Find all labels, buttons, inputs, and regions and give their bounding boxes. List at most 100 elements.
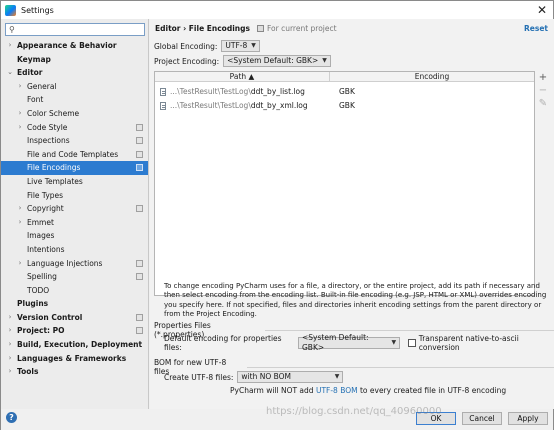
column-header-encoding[interactable]: Encoding — [330, 72, 534, 82]
chevron-right-icon[interactable]: › — [16, 216, 24, 230]
chevron-right-icon[interactable]: › — [16, 80, 24, 94]
watermark: https://blog.csdn.net/qq_40960000 — [266, 406, 442, 417]
project-scope-icon — [136, 137, 143, 145]
search-icon: ⚲ — [9, 25, 15, 34]
settings-tree: › Appearance & Behavior Keymap ⌄ Editor › Gene… — [1, 39, 148, 379]
section-divider — [246, 366, 554, 368]
project-scope-icon — [136, 205, 143, 213]
sidebar-item[interactable]: Plugins — [1, 297, 148, 311]
encoding-cell[interactable]: GBK — [339, 99, 355, 112]
bom-label: Create UTF-8 files: — [164, 372, 234, 382]
sidebar-item[interactable]: File Types — [1, 189, 148, 203]
properties-encoding-value: <System Default: GBK> — [302, 333, 369, 352]
native-to-ascii-checkbox[interactable] — [408, 339, 416, 347]
chevron-right-icon[interactable]: › — [6, 324, 14, 338]
table-row[interactable]: ...\TestResult\TestLog\ddt_by_list.log GB… — [155, 85, 534, 98]
sidebar-item[interactable]: › Emmet — [1, 216, 148, 230]
project-encoding-select[interactable]: <System Default: GBK> ▼ — [223, 55, 331, 67]
chevron-right-icon[interactable]: › — [16, 107, 24, 121]
chevron-down-icon: ▼ — [391, 339, 397, 346]
bom-note-suffix: to every created file in UTF-8 encoding — [357, 386, 507, 395]
sidebar-item[interactable]: › Project: PO — [1, 324, 148, 338]
project-scope-icon — [136, 273, 143, 281]
file-name: ddt_by_xml.log — [250, 101, 308, 110]
cancel-button[interactable]: Cancel — [462, 412, 502, 425]
sidebar-item-label: Emmet — [27, 217, 54, 227]
bom-select[interactable]: with NO BOM ▼ — [237, 371, 344, 383]
remove-icon[interactable]: − — [536, 84, 550, 97]
sidebar-item-label: General — [27, 81, 57, 91]
global-encoding-select[interactable]: UTF-8 ▼ — [221, 40, 260, 52]
sidebar-item[interactable]: Spelling — [1, 270, 148, 284]
sidebar-item-label: Language Injections — [27, 258, 103, 268]
sidebar-item[interactable]: › Language Injections — [1, 257, 148, 271]
sidebar-item[interactable]: › Color Scheme — [1, 107, 148, 121]
chevron-right-icon[interactable]: › — [16, 202, 24, 216]
apply-button[interactable]: Apply — [508, 412, 548, 425]
settings-search-box[interactable]: ⚲ — [5, 23, 145, 36]
add-icon[interactable]: + — [536, 71, 550, 84]
project-scope-icon — [136, 327, 143, 335]
sidebar-item-label: Color Scheme — [27, 108, 80, 118]
help-icon[interactable]: ? — [6, 412, 17, 423]
sidebar-item[interactable]: › Appearance & Behavior — [1, 39, 148, 53]
sidebar-item-label: Tools — [17, 367, 39, 377]
column-header-path[interactable]: Path ▲ — [155, 72, 330, 82]
chevron-right-icon[interactable]: › — [6, 311, 14, 325]
log-file-icon — [160, 102, 166, 110]
path-cell: ...\TestResult\TestLog\ddt_by_xml.log — [170, 99, 308, 112]
close-icon[interactable]: ✕ — [537, 2, 547, 18]
sidebar-item[interactable]: TODO — [1, 284, 148, 298]
sidebar-item-label: Spelling — [27, 272, 57, 282]
chevron-right-icon[interactable]: › — [6, 338, 14, 352]
chevron-right-icon[interactable]: › — [6, 365, 14, 379]
breadcrumb: Editor › File Encodings — [155, 24, 250, 33]
properties-encoding-select[interactable]: <System Default: GBK> ▼ — [298, 333, 401, 352]
sidebar-item[interactable]: Images — [1, 229, 148, 243]
sidebar-item[interactable]: ⌄ Editor — [1, 66, 148, 80]
utf8-bom-link[interactable]: UTF-8 BOM — [316, 386, 358, 395]
sidebar-item-label: Keymap — [17, 54, 51, 64]
settings-search-input[interactable] — [20, 25, 142, 35]
edit-pencil-icon[interactable]: ✎ — [536, 97, 550, 110]
sidebar-item[interactable]: Intentions — [1, 243, 148, 257]
sidebar-item-label: Languages & Frameworks — [17, 353, 127, 363]
sidebar-item[interactable]: Live Templates — [1, 175, 148, 189]
file-name: ddt_by_list.log — [250, 87, 305, 96]
sidebar-item[interactable]: › Version Control — [1, 311, 148, 325]
sidebar-item-label: Version Control — [17, 312, 83, 322]
title-bar: Settings ✕ — [1, 1, 553, 19]
sidebar-item-label: Plugins — [17, 299, 49, 309]
sidebar-item-label: File and Code Templates — [27, 149, 119, 159]
sidebar-item[interactable]: › Copyright — [1, 202, 148, 216]
global-encoding-row: Global Encoding: UTF-8 ▼ — [154, 40, 260, 52]
properties-encoding-label: Default encoding for properties files: — [164, 334, 282, 352]
reset-link[interactable]: Reset — [524, 24, 548, 33]
file-encodings-panel: Editor › File Encodings For current proj… — [150, 19, 554, 409]
settings-sidebar: ⚲ › Appearance & Behavior Keymap ⌄ Editor › Ge… — [1, 19, 149, 409]
sidebar-item[interactable]: File and Code Templates — [1, 148, 148, 162]
sidebar-item[interactable]: › Languages & Frameworks — [1, 352, 148, 366]
settings-window: Settings ✕ ⚲ › Appearance & Behavior Keyma… — [0, 0, 554, 430]
native-to-ascii-label[interactable]: Transparent native-to-ascii conversion — [419, 334, 554, 352]
sidebar-item[interactable]: Font — [1, 93, 148, 107]
sidebar-item[interactable]: File Encodings — [1, 161, 148, 175]
chevron-right-icon[interactable]: › — [16, 121, 24, 135]
sidebar-item[interactable]: › Build, Execution, Deployment — [1, 338, 148, 352]
sidebar-item[interactable]: › General — [1, 80, 148, 94]
chevron-right-icon[interactable]: › — [6, 39, 14, 53]
project-scope-icon — [136, 259, 143, 267]
chevron-right-icon[interactable]: › — [16, 257, 24, 271]
sidebar-item-label: Build, Execution, Deployment — [17, 340, 143, 350]
encoding-cell[interactable]: GBK — [339, 85, 355, 98]
sidebar-item[interactable]: › Code Style — [1, 121, 148, 135]
current-project-note: For current project — [257, 24, 337, 33]
chevron-right-icon[interactable]: › — [6, 352, 14, 366]
chevron-down-icon: ▼ — [322, 57, 327, 64]
path-cell: ...\TestResult\TestLog\ddt_by_list.log — [170, 85, 305, 98]
chevron-down-icon[interactable]: ⌄ — [6, 66, 14, 80]
sidebar-item[interactable]: › Tools — [1, 365, 148, 379]
table-row[interactable]: ...\TestResult\TestLog\ddt_by_xml.log GBK — [155, 99, 534, 112]
sidebar-item[interactable]: Keymap — [1, 53, 148, 67]
sidebar-item[interactable]: Inspections — [1, 134, 148, 148]
